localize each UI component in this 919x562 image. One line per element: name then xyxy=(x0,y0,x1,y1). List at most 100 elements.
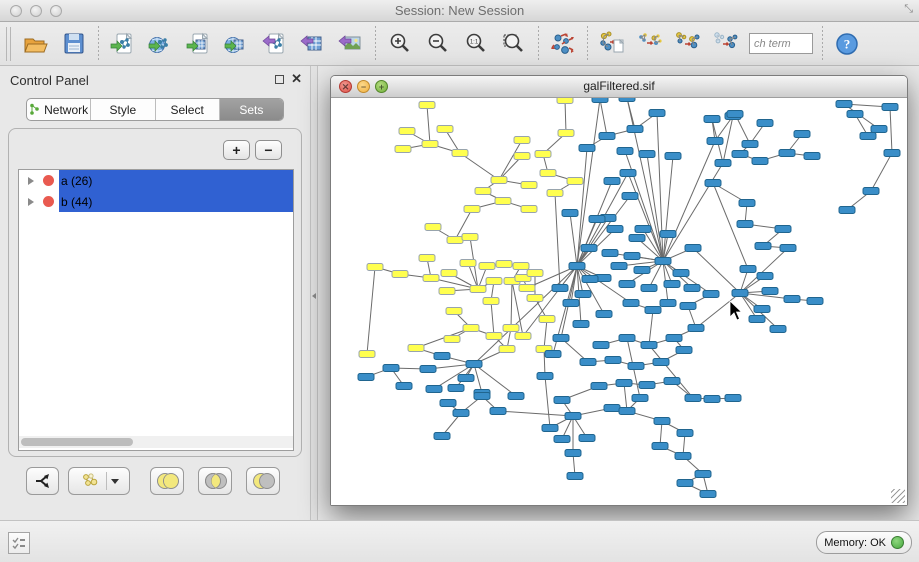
remove-set-button[interactable]: − xyxy=(255,140,282,160)
open-session-button[interactable] xyxy=(17,25,55,63)
graph-node[interactable] xyxy=(582,276,598,283)
graph-node[interactable] xyxy=(619,408,635,415)
horizontal-scrollbar[interactable] xyxy=(19,436,293,448)
help-button[interactable]: ? xyxy=(828,25,866,63)
graph-node[interactable] xyxy=(737,221,753,228)
graph-node[interactable] xyxy=(860,133,876,140)
graph-node[interactable] xyxy=(567,178,583,185)
graph-node[interactable] xyxy=(513,263,529,270)
graph-node[interactable] xyxy=(592,98,608,103)
graph-node[interactable] xyxy=(664,378,680,385)
graph-node[interactable] xyxy=(537,373,553,380)
graph-node[interactable] xyxy=(639,151,655,158)
task-history-button[interactable] xyxy=(8,532,30,554)
graph-node[interactable] xyxy=(439,288,455,295)
graph-node[interactable] xyxy=(581,245,597,252)
graph-node[interactable] xyxy=(604,178,620,185)
graph-node[interactable] xyxy=(552,285,568,292)
graph-node[interactable] xyxy=(779,150,795,157)
graph-node[interactable] xyxy=(749,316,765,323)
collapse-splitter-icon[interactable] xyxy=(312,293,316,299)
expand-arrow-icon[interactable] xyxy=(28,177,34,185)
graph-node[interactable] xyxy=(599,133,615,140)
graph-node[interactable] xyxy=(458,375,474,382)
graph-node[interactable] xyxy=(752,158,768,165)
graph-node[interactable] xyxy=(611,263,627,270)
graph-node[interactable] xyxy=(666,335,682,342)
graph-node[interactable] xyxy=(358,374,374,381)
graph-node[interactable] xyxy=(499,346,515,353)
graph-node[interactable] xyxy=(757,273,773,280)
graph-node[interactable] xyxy=(607,226,623,233)
difference-sets-button[interactable] xyxy=(246,467,280,495)
graph-node[interactable] xyxy=(399,128,415,135)
graph-node[interactable] xyxy=(863,188,879,195)
graph-node[interactable] xyxy=(675,453,691,460)
graph-node[interactable] xyxy=(677,430,693,437)
graph-node[interactable] xyxy=(579,145,595,152)
graph-node[interactable] xyxy=(762,288,778,295)
graph-node[interactable] xyxy=(641,285,657,292)
graph-node[interactable] xyxy=(554,436,570,443)
graph-node[interactable] xyxy=(575,291,591,298)
graph-node[interactable] xyxy=(573,321,589,328)
graph-node[interactable] xyxy=(757,120,773,127)
graph-node[interactable] xyxy=(557,98,573,104)
graph-node[interactable] xyxy=(685,245,701,252)
set-row[interactable]: a (26) xyxy=(19,170,293,191)
graph-node[interactable] xyxy=(521,206,537,213)
close-panel-icon[interactable]: ✕ xyxy=(291,71,302,87)
graph-node[interactable] xyxy=(503,325,519,332)
graph-node[interactable] xyxy=(448,385,464,392)
graph-node[interactable] xyxy=(704,396,720,403)
graph-node[interactable] xyxy=(383,365,399,372)
graph-node[interactable] xyxy=(462,234,478,241)
graph-node[interactable] xyxy=(558,130,574,137)
graph-node[interactable] xyxy=(527,270,543,277)
graph-node[interactable] xyxy=(700,491,716,498)
graph-node[interactable] xyxy=(664,281,680,288)
graph-node[interactable] xyxy=(655,258,671,265)
add-set-button[interactable]: + xyxy=(223,140,250,160)
graph-node[interactable] xyxy=(641,342,657,349)
import-table-web-button[interactable] xyxy=(218,25,256,63)
graph-node[interactable] xyxy=(639,382,655,389)
zoom-out-button[interactable] xyxy=(419,25,457,63)
graph-node[interactable] xyxy=(707,138,723,145)
graph-node[interactable] xyxy=(623,300,639,307)
scrollbar-thumb[interactable] xyxy=(21,438,133,446)
graph-node[interactable] xyxy=(486,278,502,285)
graph-node[interactable] xyxy=(508,393,524,400)
set-row[interactable]: b (44) xyxy=(19,191,293,212)
graph-node[interactable] xyxy=(452,150,468,157)
graph-node[interactable] xyxy=(447,237,463,244)
graph-node[interactable] xyxy=(464,206,480,213)
graph-node[interactable] xyxy=(839,207,855,214)
graph-node[interactable] xyxy=(553,335,569,342)
graph-node[interactable] xyxy=(742,141,758,148)
graph-node[interactable] xyxy=(649,110,665,117)
intersection-sets-button[interactable] xyxy=(198,467,232,495)
zoom-actual-size-button[interactable]: 1:1 xyxy=(457,25,495,63)
split-sets-button[interactable] xyxy=(26,467,59,495)
graph-node[interactable] xyxy=(562,210,578,217)
graph-node[interactable] xyxy=(660,300,676,307)
import-network-web-button[interactable] xyxy=(142,25,180,63)
save-session-button[interactable] xyxy=(55,25,93,63)
graph-node[interactable] xyxy=(732,151,748,158)
graph-node[interactable] xyxy=(847,111,863,118)
graph-node[interactable] xyxy=(703,291,719,298)
import-table-file-button[interactable] xyxy=(180,25,218,63)
zoom-in-button[interactable] xyxy=(381,25,419,63)
graph-node[interactable] xyxy=(396,383,412,390)
toolbar-grip[interactable] xyxy=(6,27,11,61)
graph-node[interactable] xyxy=(542,425,558,432)
graph-node[interactable] xyxy=(490,408,506,415)
graph-node[interactable] xyxy=(634,267,650,274)
graph-node[interactable] xyxy=(836,101,852,108)
graph-node[interactable] xyxy=(739,200,755,207)
graph-node[interactable] xyxy=(755,243,771,250)
graph-node[interactable] xyxy=(519,285,535,292)
graph-node[interactable] xyxy=(440,400,456,407)
expand-arrow-icon[interactable] xyxy=(28,198,34,206)
